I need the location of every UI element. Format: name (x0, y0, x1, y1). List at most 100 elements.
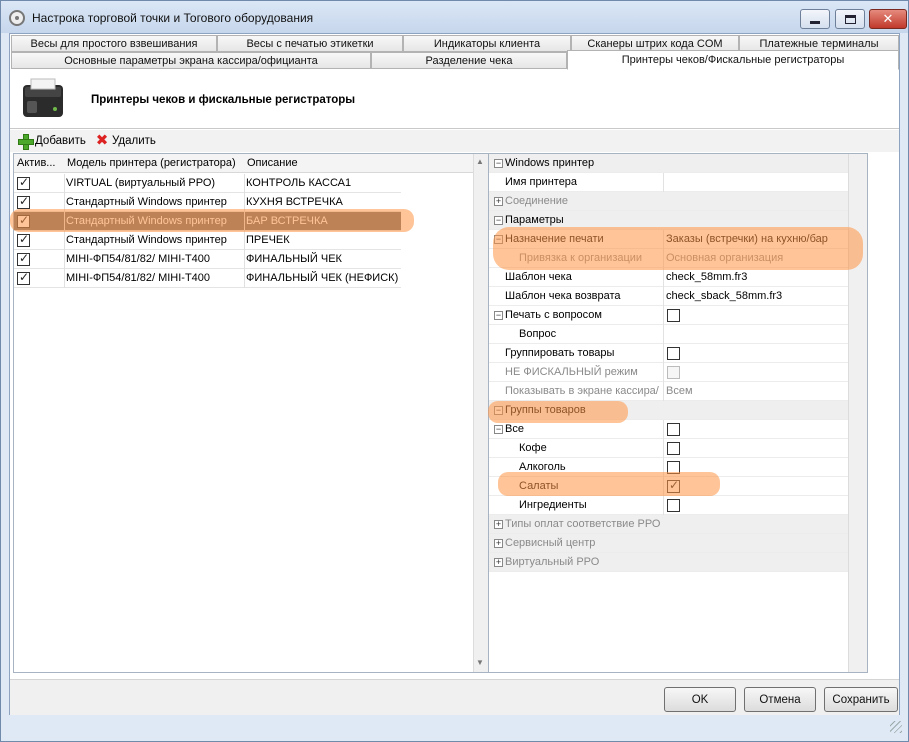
tab-label-scales[interactable]: Весы с печатью этикетки (217, 35, 403, 52)
expand-icon[interactable]: + (494, 197, 503, 206)
right-scrollbar[interactable] (848, 154, 867, 672)
property-name: Сервисный центр (505, 537, 596, 549)
property-row[interactable]: − Группы товаров (489, 401, 866, 420)
property-checkbox[interactable] (667, 461, 680, 474)
active-checkbox[interactable] (17, 194, 30, 209)
active-checkbox[interactable] (17, 232, 30, 247)
ok-button[interactable]: OK (664, 687, 736, 712)
delete-button[interactable]: ✖ Удалить (95, 132, 156, 149)
property-checkbox[interactable] (667, 499, 680, 512)
active-checkbox[interactable] (17, 175, 30, 190)
tab-check-split[interactable]: Разделение чека (371, 52, 567, 69)
property-grid: − Windows принтер Имя принтера + Соединение −… (488, 153, 868, 673)
property-value[interactable]: check_sback_58mm.fr3 (666, 290, 782, 302)
property-row[interactable]: + Соединение (489, 192, 866, 211)
delete-icon: ✖ (95, 132, 109, 149)
cancel-button[interactable]: Отмена (744, 687, 816, 712)
property-checkbox[interactable] (667, 347, 680, 360)
collapse-icon[interactable]: − (494, 311, 503, 320)
expand-icon[interactable]: + (494, 558, 503, 567)
active-checkbox[interactable] (17, 251, 30, 266)
property-checkbox[interactable] (667, 442, 680, 455)
active-checkbox[interactable] (17, 213, 30, 228)
property-name: НЕ ФИСКАЛЬНЫЙ режим (505, 366, 638, 378)
printer-description: ФИНАЛЬНЫЙ ЧЕК (НЕФИСК) (246, 272, 399, 284)
collapse-icon[interactable]: − (494, 235, 503, 244)
collapse-icon[interactable]: − (494, 159, 503, 168)
property-row[interactable]: + Виртуальный РРО (489, 553, 866, 572)
property-divider (663, 363, 664, 382)
save-button[interactable]: Сохранить (824, 687, 898, 712)
property-row[interactable]: − Назначение печати Заказы (встречки) на к… (489, 230, 866, 249)
property-checkbox[interactable] (667, 423, 680, 436)
property-row[interactable]: − Windows принтер (489, 154, 866, 173)
column-description[interactable]: Описание (247, 157, 298, 169)
active-checkbox[interactable] (17, 270, 30, 285)
property-row[interactable]: − Печать с вопросом (489, 306, 866, 325)
add-button[interactable]: Добавить (18, 134, 86, 150)
collapse-icon[interactable]: − (494, 425, 503, 434)
table-row[interactable]: Стандартный Windows принтер КУХНЯ ВСТРЕЧК… (14, 193, 401, 212)
property-divider (663, 230, 664, 249)
property-checkbox[interactable] (667, 478, 680, 493)
property-row[interactable]: Шаблон чека check_58mm.fr3 (489, 268, 866, 287)
property-divider (663, 420, 664, 439)
property-row[interactable]: Алкоголь (489, 458, 866, 477)
property-row[interactable]: + Сервисный центр (489, 534, 866, 553)
property-row[interactable]: Вопрос (489, 325, 866, 344)
minimize-button[interactable] (800, 9, 830, 29)
property-divider (663, 306, 664, 325)
table-row[interactable]: Стандартный Windows принтер БАР ВСТРЕЧКА (14, 212, 401, 231)
property-row[interactable]: + Типы оплат соответствие РРО (489, 515, 866, 534)
maximize-icon (844, 14, 856, 24)
property-row[interactable]: Привязка к организации Основная организац… (489, 249, 866, 268)
tab-receipt-printers[interactable]: Принтеры чеков/Фискальные регистраторы (567, 50, 899, 70)
tab-client-indicators[interactable]: Индикаторы клиента (403, 35, 571, 52)
property-row[interactable]: Группировать товары (489, 344, 866, 363)
property-value[interactable]: Всем (666, 385, 693, 397)
property-row[interactable]: Показывать в экране кассира/Всем (489, 382, 866, 401)
property-row[interactable]: Кофе (489, 439, 866, 458)
scroll-up-icon[interactable]: ▲ (476, 157, 484, 166)
title-bar[interactable]: Настрока торговой точки и Тогового обору… (1, 1, 908, 33)
property-row[interactable]: Имя принтера (489, 173, 866, 192)
property-name: Салаты (519, 480, 559, 492)
property-row[interactable]: − Параметры (489, 211, 866, 230)
property-row[interactable]: − Все (489, 420, 866, 439)
resize-grip-icon[interactable] (890, 721, 902, 733)
property-row[interactable]: Шаблон чека возврата check_sback_58mm.fr3 (489, 287, 866, 306)
column-divider (64, 250, 65, 269)
maximize-button[interactable] (835, 9, 865, 29)
column-divider (64, 212, 65, 231)
property-row[interactable]: Ингредиенты (489, 496, 866, 515)
expand-icon[interactable]: + (494, 520, 503, 529)
collapse-icon[interactable]: − (494, 406, 503, 415)
column-active[interactable]: Актив... (17, 157, 55, 169)
table-row[interactable]: МІНІ-ФП54/81/82/ МІНІ-Т400 ФИНАЛЬНЫЙ ЧЕК (14, 250, 401, 269)
table-row[interactable]: VIRTUAL (виртуальный РРО) КОНТРОЛЬ КАССА1 (14, 174, 401, 193)
property-name: Показывать в экране кассира/ (505, 385, 659, 397)
table-row[interactable]: МІНІ-ФП54/81/82/ МІНІ-Т400 ФИНАЛЬНЫЙ ЧЕК … (14, 269, 401, 288)
tab-simple-scales[interactable]: Весы для простого взвешивания (11, 35, 217, 52)
property-divider (663, 344, 664, 363)
receipt-printer-icon (23, 78, 63, 117)
property-name: Группировать товары (505, 347, 615, 359)
property-row[interactable]: НЕ ФИСКАЛЬНЫЙ режим (489, 363, 866, 382)
column-model[interactable]: Модель принтера (регистратора) (67, 157, 236, 169)
property-checkbox[interactable] (667, 309, 680, 322)
collapse-icon[interactable]: − (494, 216, 503, 225)
table-row[interactable]: Стандартный Windows принтер ПРЕЧЕК (14, 231, 401, 250)
property-value[interactable]: Заказы (встречки) на кухню/бар (666, 233, 828, 245)
tab-cashier-screen[interactable]: Основные параметры экрана кассира/официа… (11, 52, 371, 69)
property-value[interactable]: Основная организация (666, 252, 783, 264)
property-divider (663, 249, 664, 268)
property-name: Привязка к организации (519, 252, 643, 264)
column-divider (244, 174, 245, 193)
close-button[interactable]: ✕ (869, 9, 907, 29)
scroll-down-icon[interactable]: ▼ (476, 658, 484, 667)
expand-icon[interactable]: + (494, 539, 503, 548)
property-name: Печать с вопросом (505, 309, 602, 321)
property-row[interactable]: Салаты (489, 477, 866, 496)
property-value[interactable]: check_58mm.fr3 (666, 271, 747, 283)
gear-icon (9, 10, 25, 26)
